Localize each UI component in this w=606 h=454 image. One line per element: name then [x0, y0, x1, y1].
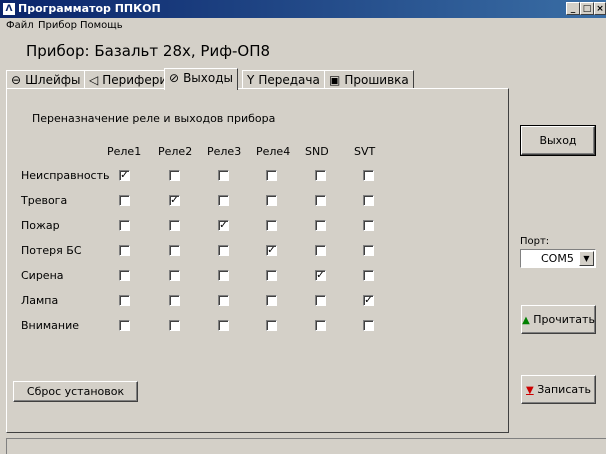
column-header: Реле3 [207, 145, 242, 158]
tab-outputs-label: Выходы [183, 71, 233, 85]
tab-transfer[interactable]: Y Передача [242, 70, 325, 89]
outputs-panel: Переназначение реле и выходов прибора Ре… [6, 88, 509, 433]
app-logo-icon: Λ [3, 3, 15, 15]
row-label: Внимание [21, 319, 80, 332]
output-checkbox[interactable]: ✓ [169, 195, 180, 206]
write-button-label: Записать [537, 383, 592, 396]
exit-button[interactable]: Выход [520, 125, 596, 156]
output-checkbox[interactable] [363, 245, 374, 256]
column-header: Реле1 [107, 145, 142, 158]
chip-icon: ▣ [329, 73, 341, 87]
maximize-icon[interactable]: □ [580, 2, 594, 15]
read-button[interactable]: ▲ Прочитать [521, 305, 596, 334]
outputs-icon: ⊘ [169, 71, 180, 85]
menu-device[interactable]: Прибор [38, 20, 77, 31]
tab-outputs[interactable]: ⊘ Выходы [164, 68, 238, 90]
output-checkbox[interactable] [119, 320, 130, 331]
output-checkbox[interactable] [218, 170, 229, 181]
menu-help[interactable]: Помощь [80, 20, 123, 31]
menu-file[interactable]: Файл [6, 20, 34, 31]
output-checkbox[interactable] [315, 295, 326, 306]
output-checkbox[interactable] [119, 295, 130, 306]
output-checkbox[interactable] [169, 170, 180, 181]
output-checkbox[interactable] [315, 220, 326, 231]
loop-icon: ⊖ [11, 73, 22, 87]
minimize-icon[interactable]: _ [566, 2, 580, 15]
tab-transfer-label: Передача [258, 73, 320, 87]
chevron-down-icon[interactable]: ▼ [579, 251, 594, 266]
output-checkbox[interactable]: ✓ [315, 270, 326, 281]
output-checkbox[interactable] [266, 195, 277, 206]
write-button[interactable]: ▼ Записать [521, 375, 596, 404]
menu-bar: Файл Прибор Помощь [0, 18, 606, 34]
output-checkbox[interactable] [266, 270, 277, 281]
row-label: Лампа [21, 294, 59, 307]
output-checkbox[interactable] [315, 195, 326, 206]
output-checkbox[interactable]: ✓ [363, 295, 374, 306]
tab-firmware[interactable]: ▣ Прошивка [324, 70, 414, 89]
output-checkbox[interactable] [363, 170, 374, 181]
port-select[interactable]: COM5 ▼ [520, 249, 596, 268]
tab-loops-label: Шлейфы [25, 73, 81, 87]
column-header: Реле2 [158, 145, 193, 158]
output-checkbox[interactable] [119, 195, 130, 206]
row-label: Сирена [21, 269, 64, 282]
output-checkbox[interactable] [218, 295, 229, 306]
row-label: Пожар [21, 219, 60, 232]
column-header: SND [305, 145, 329, 158]
reset-settings-button[interactable]: Сброс установок [13, 381, 138, 402]
antenna-icon: Y [247, 73, 255, 87]
download-arrow-icon: ▼ [525, 385, 534, 396]
close-icon[interactable]: × [594, 2, 606, 15]
tab-firmware-label: Прошивка [344, 73, 409, 87]
tab-loops[interactable]: ⊖ Шлейфы [6, 70, 86, 89]
column-header: SVT [354, 145, 376, 158]
row-label: Потеря БС [21, 244, 82, 257]
output-checkbox[interactable] [266, 220, 277, 231]
title-bar: Λ Программатор ППКОП _ □ × [0, 0, 606, 18]
output-checkbox[interactable]: ✓ [266, 245, 277, 256]
output-checkbox[interactable] [218, 195, 229, 206]
output-checkbox[interactable] [266, 320, 277, 331]
output-checkbox[interactable] [218, 320, 229, 331]
output-checkbox[interactable] [169, 320, 180, 331]
row-label: Тревога [21, 194, 68, 207]
output-checkbox[interactable] [218, 245, 229, 256]
output-checkbox[interactable] [363, 320, 374, 331]
output-checkbox[interactable] [169, 245, 180, 256]
output-checkbox[interactable] [266, 170, 277, 181]
output-checkbox[interactable] [266, 295, 277, 306]
output-checkbox[interactable] [169, 295, 180, 306]
status-bar [6, 438, 606, 454]
output-checkbox[interactable] [363, 220, 374, 231]
window-title: Программатор ППКОП [18, 2, 161, 15]
row-label: Неисправность [21, 169, 110, 182]
column-header: Реле4 [256, 145, 291, 158]
output-checkbox[interactable] [315, 320, 326, 331]
output-checkbox[interactable] [315, 170, 326, 181]
output-checkbox[interactable] [363, 195, 374, 206]
port-label: Порт: [520, 236, 550, 247]
output-checkbox[interactable] [363, 270, 374, 281]
output-checkbox[interactable] [119, 245, 130, 256]
speaker-icon: ◁ [89, 73, 99, 87]
upload-arrow-icon: ▲ [522, 315, 530, 326]
output-checkbox[interactable] [119, 270, 130, 281]
output-checkbox[interactable] [315, 245, 326, 256]
output-checkbox[interactable]: ✓ [218, 220, 229, 231]
output-checkbox[interactable] [218, 270, 229, 281]
outputs-heading: Переназначение реле и выходов прибора [32, 112, 276, 125]
output-checkbox[interactable] [169, 220, 180, 231]
read-button-label: Прочитать [533, 313, 595, 326]
output-checkbox[interactable] [119, 220, 130, 231]
device-title: Прибор: Базальт 28х, Риф-ОП8 [26, 42, 271, 60]
output-checkbox[interactable]: ✓ [119, 170, 130, 181]
port-value: COM5 [541, 252, 574, 265]
output-checkbox[interactable] [169, 270, 180, 281]
